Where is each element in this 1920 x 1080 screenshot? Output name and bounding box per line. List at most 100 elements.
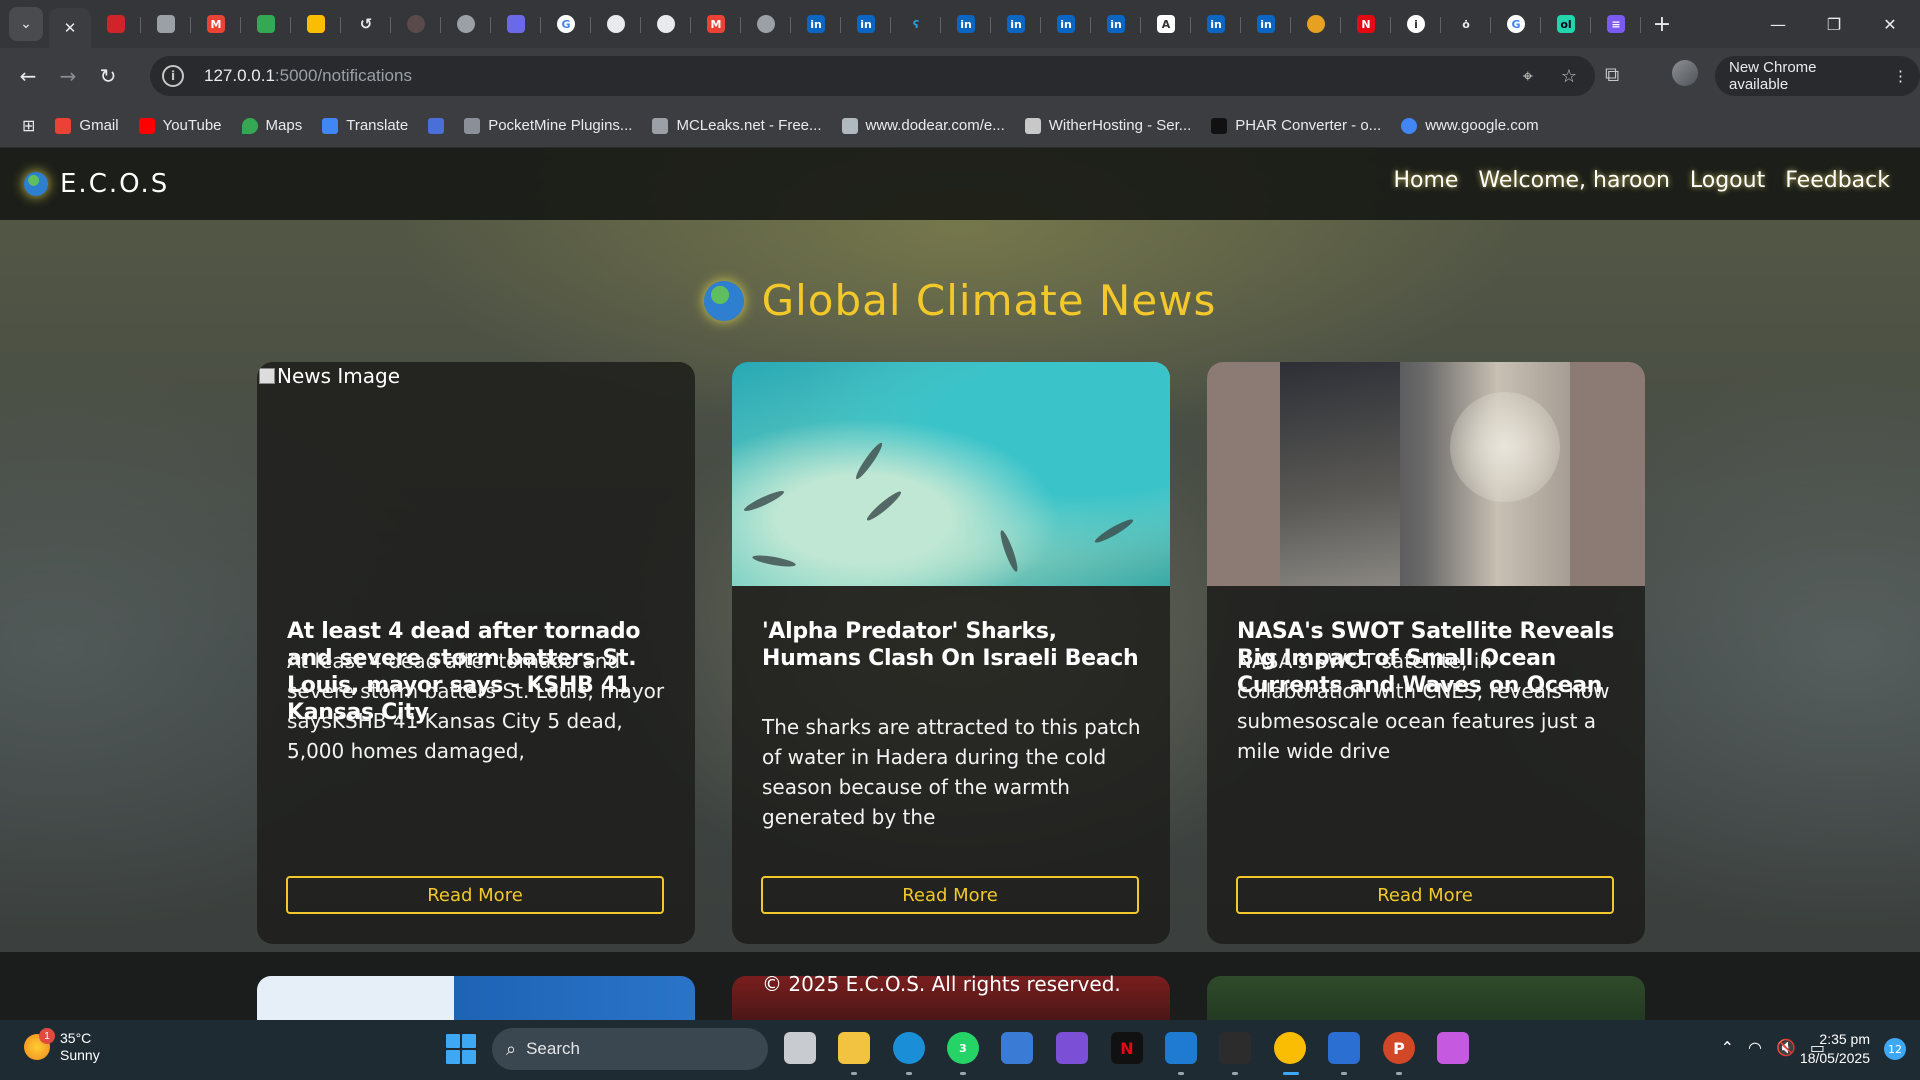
tab[interactable]: in <box>1041 7 1091 41</box>
bookmark-dodear[interactable]: www.dodear.com/e... <box>841 117 1005 134</box>
tab[interactable]: G <box>1491 7 1541 41</box>
tab[interactable] <box>391 7 441 41</box>
tab[interactable]: in <box>1191 7 1241 41</box>
task-view-icon[interactable] <box>784 1032 816 1064</box>
apps-grid-icon[interactable]: ⊞ <box>22 116 35 135</box>
close-window-button[interactable]: ✕ <box>1862 0 1918 48</box>
forward-button[interactable]: → <box>48 56 88 96</box>
nav-home[interactable]: Home <box>1393 168 1458 193</box>
read-more-button[interactable]: Read More <box>286 876 664 914</box>
read-more-button[interactable]: Read More <box>1236 876 1614 914</box>
tab[interactable]: in <box>1241 7 1291 41</box>
bookmark-translate[interactable]: Translate <box>322 117 408 134</box>
tab[interactable]: ≡ <box>1591 7 1641 41</box>
tab[interactable]: G <box>541 7 591 41</box>
tab[interactable]: M <box>691 7 741 41</box>
edge-icon[interactable] <box>893 1032 925 1064</box>
tab-search-button[interactable]: ⌄ <box>9 7 43 41</box>
netflix-icon[interactable]: N <box>1111 1032 1143 1064</box>
tab[interactable]: ol <box>1541 7 1591 41</box>
chevron-up-icon[interactable]: ⌃ <box>1721 1038 1734 1057</box>
tab[interactable] <box>241 7 291 41</box>
bookmark-witherhosting[interactable]: WitherHosting - Ser... <box>1024 117 1191 134</box>
minimize-button[interactable]: — <box>1750 0 1806 48</box>
tab[interactable] <box>741 7 791 41</box>
tab[interactable] <box>141 7 191 41</box>
tab[interactable] <box>591 7 641 41</box>
tab[interactable] <box>441 7 491 41</box>
url-text[interactable]: 127.0.0.1:5000/notifications <box>204 66 412 86</box>
taskbar-search[interactable]: ⌕ Search <box>492 1028 768 1070</box>
wifi-icon[interactable]: ◠ <box>1748 1038 1762 1057</box>
site-logo[interactable]: E.C.O.S <box>24 169 169 199</box>
file-explorer-icon[interactable] <box>838 1032 870 1064</box>
chrome-icon[interactable] <box>1274 1032 1306 1064</box>
page-title: Global Climate News <box>0 276 1920 325</box>
clock[interactable]: 2:35 pm 18/05/2025 <box>1800 1030 1870 1068</box>
bookmark-star-icon[interactable]: ☆ <box>1561 66 1577 87</box>
tab[interactable]: M <box>191 7 241 41</box>
location-pin-icon[interactable]: ⌖ <box>1523 66 1533 87</box>
bookmark-pocketmine[interactable]: PocketMine Plugins... <box>464 117 632 134</box>
linkedin-icon: in <box>957 15 975 33</box>
nav-logout[interactable]: Logout <box>1690 168 1765 193</box>
phar-icon <box>1211 117 1228 134</box>
news-image-sharks <box>732 362 1170 586</box>
whatsapp-icon[interactable]: 3 <box>947 1032 979 1064</box>
bookmark-gmail[interactable]: Gmail <box>55 117 119 134</box>
tab[interactable]: in <box>1091 7 1141 41</box>
speaker-muted-icon[interactable]: 🔇 <box>1776 1038 1796 1057</box>
terminal-icon[interactable] <box>1219 1032 1251 1064</box>
tab[interactable] <box>1291 7 1341 41</box>
start-button[interactable] <box>446 1034 476 1064</box>
reload-button[interactable]: ↻ <box>88 56 128 96</box>
bookmark-unnamed[interactable] <box>428 117 445 134</box>
nav-welcome-user[interactable]: Welcome, haroon <box>1478 168 1669 193</box>
bookmark-phar-converter[interactable]: PHAR Converter - o... <box>1211 117 1381 134</box>
clipchamp-icon[interactable] <box>1056 1032 1088 1064</box>
tab[interactable]: i <box>1391 7 1441 41</box>
nav-feedback[interactable]: Feedback <box>1785 168 1890 193</box>
tab[interactable]: in <box>941 7 991 41</box>
tab[interactable]: ↺ <box>341 7 391 41</box>
bookmark-mcleaks[interactable]: MCLeaks.net - Free... <box>652 117 822 134</box>
tab[interactable] <box>491 7 541 41</box>
new-tab-button[interactable]: + <box>1645 7 1679 41</box>
new-chrome-available-button[interactable]: New Chrome available ⋮ <box>1715 56 1920 96</box>
extensions-icon[interactable]: ⧉ <box>1605 62 1619 86</box>
tab[interactable]: in <box>841 7 891 41</box>
bookmark-google[interactable]: www.google.com <box>1401 117 1539 134</box>
active-tab[interactable]: ✕ <box>49 8 91 48</box>
tab[interactable] <box>91 7 141 41</box>
google-icon: G <box>557 15 575 33</box>
profile-avatar[interactable] <box>1672 60 1698 86</box>
app-icon[interactable] <box>1437 1032 1469 1064</box>
tab[interactable]: in <box>991 7 1041 41</box>
tab[interactable]: ʕ <box>891 7 941 41</box>
powerpoint-icon[interactable]: P <box>1383 1032 1415 1064</box>
restore-button[interactable]: ❐ <box>1806 0 1862 48</box>
read-more-button[interactable]: Read More <box>761 876 1139 914</box>
tab[interactable] <box>641 7 691 41</box>
weather-widget[interactable]: 1 35°C Sunny <box>24 1028 100 1064</box>
notepad-icon[interactable] <box>1328 1032 1360 1064</box>
notification-count[interactable]: 12 <box>1884 1038 1906 1060</box>
youtube-icon <box>138 117 155 134</box>
site-info-icon[interactable]: i <box>162 65 184 87</box>
linkedin-icon: in <box>1107 15 1125 33</box>
satellite-photo <box>1280 362 1570 586</box>
vscode-icon[interactable] <box>1165 1032 1197 1064</box>
store-icon[interactable] <box>1001 1032 1033 1064</box>
tab[interactable]: in <box>791 7 841 41</box>
tab[interactable]: N <box>1341 7 1391 41</box>
tab[interactable]: ȯ <box>1441 7 1491 41</box>
tab[interactable]: A <box>1141 7 1191 41</box>
bookmark-youtube[interactable]: YouTube <box>138 117 222 134</box>
address-bar[interactable]: i 127.0.0.1:5000/notifications ⌖ ☆ <box>150 56 1595 96</box>
bookmark-maps[interactable]: Maps <box>241 117 302 134</box>
tab[interactable] <box>291 7 341 41</box>
back-button[interactable]: ← <box>8 56 48 96</box>
news-description: The sharks are attracted to this patch o… <box>762 715 1141 829</box>
close-tab-icon[interactable]: ✕ <box>64 19 77 37</box>
bookmark-label: Gmail <box>79 117 119 134</box>
